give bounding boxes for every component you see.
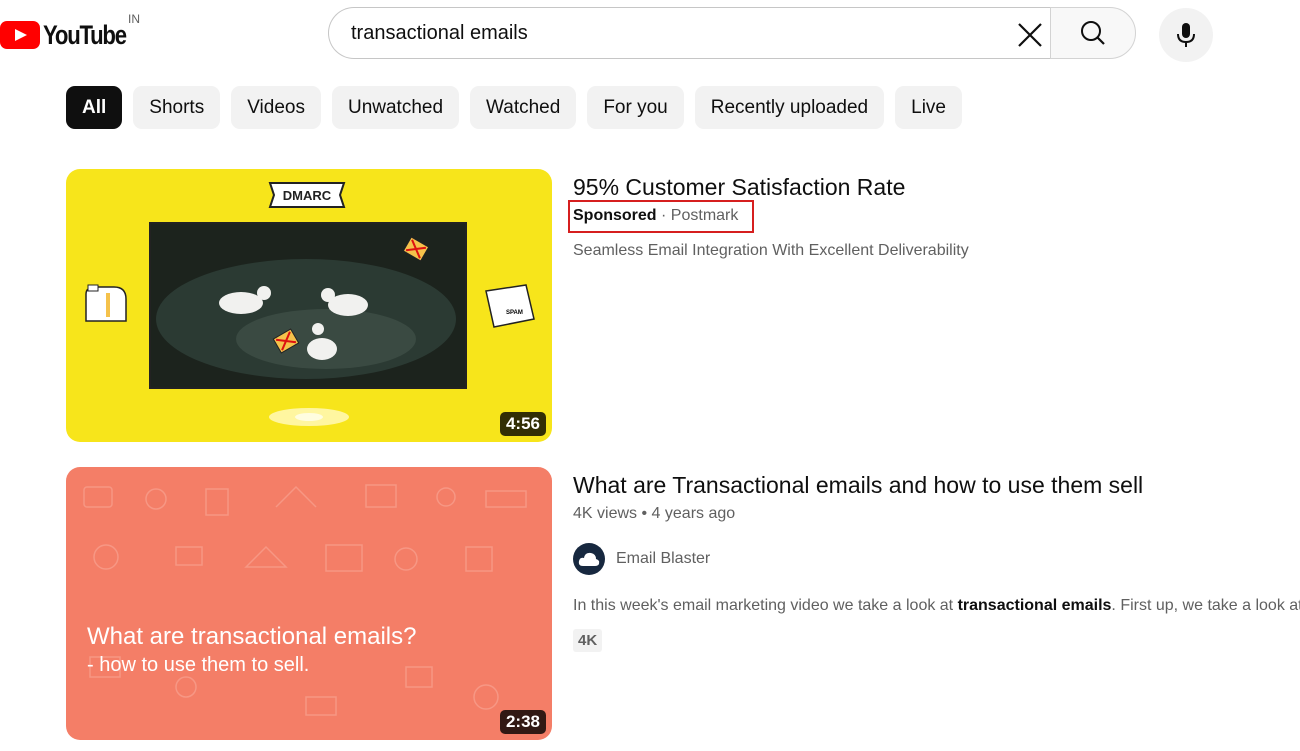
logo-wordmark: YouTube	[43, 19, 127, 50]
video-description: Seamless Email Integration With Excellen…	[573, 242, 969, 259]
filter-chips: All Shorts Videos Unwatched Watched For …	[66, 86, 962, 129]
video-description: In this week's email marketing video we …	[573, 597, 1300, 615]
search-button[interactable]	[1050, 7, 1136, 59]
chip-shorts[interactable]: Shorts	[133, 86, 221, 129]
mailbox-icon	[85, 284, 127, 322]
thumbnail-heading: What are transactional emails?	[87, 623, 417, 650]
ad-thumbnail-art: DMARC SPAM	[85, 182, 535, 426]
advertiser-name[interactable]: Postmark	[671, 207, 739, 224]
sponsored-label: Sponsored	[573, 207, 657, 224]
clear-search-button[interactable]	[1009, 14, 1051, 56]
cloud-avatar-icon	[578, 552, 600, 566]
video-metadata: 4K views • 4 years ago	[573, 505, 735, 523]
chip-videos[interactable]: Videos	[231, 86, 321, 129]
upload-age: 4 years ago	[651, 505, 736, 522]
channel-name[interactable]: Email Blaster	[616, 550, 710, 568]
meta-separator: •	[641, 505, 648, 522]
chip-recently-uploaded[interactable]: Recently uploaded	[694, 86, 885, 129]
chip-watched[interactable]: Watched	[470, 86, 577, 129]
video-duration: 4:56	[499, 412, 546, 436]
thumbnail-pattern	[83, 484, 527, 716]
mic-icon	[1177, 23, 1195, 47]
search-bar: transactional emails	[328, 7, 1136, 61]
video-title[interactable]: What are Transactional emails and how to…	[573, 472, 1143, 499]
dmarc-label: DMARC	[283, 188, 332, 203]
country-code: IN	[128, 12, 140, 26]
clear-icon	[1018, 23, 1042, 47]
youtube-logo-icon	[0, 21, 40, 49]
video-title[interactable]: 95% Customer Satisfaction Rate	[573, 174, 905, 201]
description-text: . First up, we take a look at	[1111, 597, 1300, 614]
voice-search-button[interactable]	[1159, 8, 1213, 62]
description-keyword: transactional emails	[957, 597, 1112, 614]
quality-badge: 4K	[573, 629, 603, 652]
thumbnail-subheading: - how to use them to sell.	[87, 654, 310, 676]
chip-unwatched[interactable]: Unwatched	[331, 86, 460, 129]
video-thumbnail[interactable]: What are transactional emails? - how to …	[66, 467, 552, 740]
channel-info[interactable]: Email Blaster	[573, 543, 710, 575]
search-query-text: transactional emails	[351, 22, 528, 44]
avatar[interactable]	[573, 543, 605, 575]
youtube-logo[interactable]: YouTube IN	[0, 12, 144, 52]
video-duration: 2:38	[499, 710, 546, 734]
svg-text:SPAM: SPAM	[506, 310, 523, 316]
description-text: In this week's email marketing video we …	[573, 597, 958, 614]
video-thumbnail-ad[interactable]: DMARC SPAM 4:56	[66, 169, 552, 442]
view-count: 4K views	[573, 505, 638, 522]
spam-folder-icon: SPAM	[485, 284, 535, 328]
sponsored-line: Sponsored · Postmark	[573, 207, 738, 225]
chip-for-you[interactable]: For you	[587, 86, 684, 129]
separator: ·	[661, 207, 667, 224]
chip-live[interactable]: Live	[895, 86, 962, 129]
search-icon	[1081, 21, 1105, 45]
search-input[interactable]: transactional emails	[328, 7, 1050, 59]
chip-all[interactable]: All	[66, 86, 123, 129]
